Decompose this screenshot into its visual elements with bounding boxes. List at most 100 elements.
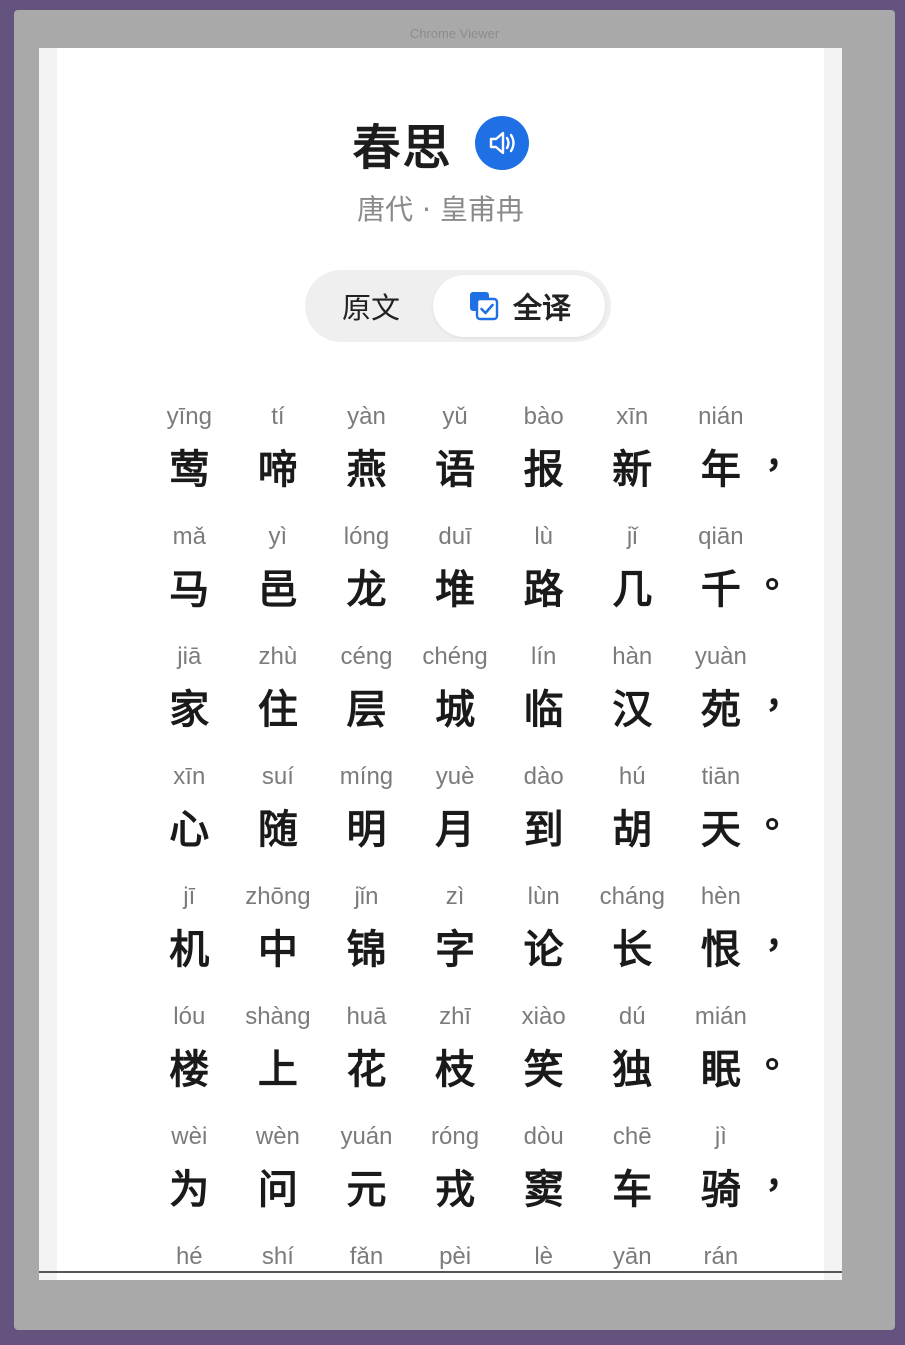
char-cell[interactable]: bào 报 xyxy=(499,400,588,498)
char-cell[interactable]: zhī 枝 xyxy=(411,1000,500,1098)
char-cell[interactable]: yì 邑 xyxy=(234,520,323,618)
pinyin: míng xyxy=(339,763,394,790)
speaker-icon xyxy=(489,131,515,155)
char-cell[interactable]: jiā 家 xyxy=(145,640,234,738)
pinyin: yuè xyxy=(435,763,475,790)
char-cell[interactable]: rán然 xyxy=(677,1240,766,1280)
char-cell[interactable]: jī 机 xyxy=(145,880,234,978)
divider xyxy=(39,1271,842,1273)
hanzi: 锦 xyxy=(346,927,387,973)
char-cell[interactable]: yǔ 语 xyxy=(411,400,500,498)
char-cell[interactable]: lùn 论 xyxy=(499,880,588,978)
char-cell[interactable]: hàn 汉 xyxy=(588,640,677,738)
char-cell[interactable]: míng 明 xyxy=(322,760,411,858)
char-cell[interactable]: yān燕 xyxy=(588,1240,677,1280)
hanzi: 新 xyxy=(612,447,653,493)
char-cell[interactable]: yuè 月 xyxy=(411,760,500,858)
hanzi: 问 xyxy=(257,1167,298,1213)
pinyin: chéng xyxy=(422,643,488,670)
tab-original[interactable]: 原文 xyxy=(309,275,433,337)
pinyin: zhī xyxy=(439,1003,472,1030)
char-cell[interactable]: qiān 千 xyxy=(677,520,766,618)
char-cell[interactable]: jì 骑 xyxy=(677,1120,766,1218)
char-cell[interactable]: mián 眠 xyxy=(677,1000,766,1098)
char-cell[interactable]: huā 花 xyxy=(322,1000,411,1098)
char-cell[interactable]: hèn 恨 xyxy=(677,880,766,978)
pinyin: shàng xyxy=(245,1003,311,1030)
pinyin: zì xyxy=(445,883,465,910)
hanzi: 独 xyxy=(612,1047,653,1093)
char-cell[interactable]: lù 路 xyxy=(499,520,588,618)
punctuation: 。 xyxy=(765,1035,802,1076)
hanzi: 字 xyxy=(435,927,476,973)
char-cell[interactable]: wèi 为 xyxy=(145,1120,234,1218)
char-cell[interactable]: suí 随 xyxy=(234,760,323,858)
poem-line: yīng 莺 tí 啼 yàn 燕 yǔ 语 bào 报 xīn 新 nián 年 ， xyxy=(145,378,805,498)
hanzi: 恨 xyxy=(700,927,741,973)
char-cell[interactable]: tí 啼 xyxy=(234,400,323,498)
pinyin: suí xyxy=(261,763,294,790)
char-cell[interactable]: cháng 长 xyxy=(588,880,677,978)
pinyin: chē xyxy=(612,1123,652,1150)
pinyin: lín xyxy=(530,643,557,670)
hanzi: 路 xyxy=(523,567,564,613)
hanzi: 燕 xyxy=(346,447,387,493)
pinyin: dú xyxy=(618,1003,646,1030)
char-cell[interactable]: lóng 龙 xyxy=(322,520,411,618)
pinyin: zhù xyxy=(258,643,298,670)
hanzi: 几 xyxy=(612,567,653,613)
char-cell[interactable]: fǎn返 xyxy=(322,1240,411,1280)
char-cell[interactable]: wèn 问 xyxy=(234,1120,323,1218)
char-cell[interactable]: shí时 xyxy=(234,1240,323,1280)
poem-line: mǎ 马 yì 邑 lóng 龙 duī 堆 lù 路 jǐ 几 qiān 千。 xyxy=(145,498,805,618)
poem-line: lóu 楼 shàng 上 huā 花 zhī 枝 xiào 笑 dú 独 mián 眠。 xyxy=(145,978,805,1098)
char-cell[interactable]: yuán 元 xyxy=(322,1120,411,1218)
char-cell[interactable]: hé何 xyxy=(145,1240,234,1280)
pinyin: bào xyxy=(523,403,564,430)
char-cell[interactable]: yàn 燕 xyxy=(322,400,411,498)
hanzi: 胡 xyxy=(612,807,653,853)
char-cell[interactable]: pèi旆 xyxy=(411,1240,500,1280)
pinyin: lè xyxy=(534,1243,554,1270)
char-cell[interactable]: céng 层 xyxy=(322,640,411,738)
char-cell[interactable]: yuàn 苑 xyxy=(677,640,766,738)
pinyin: nián xyxy=(698,403,744,430)
hanzi: 邑 xyxy=(257,567,298,613)
copy-check-icon xyxy=(469,292,499,321)
pinyin: xiào xyxy=(521,1003,566,1030)
pinyin: dòu xyxy=(523,1123,564,1150)
pinyin: tiān xyxy=(701,763,741,790)
char-cell[interactable]: chéng 城 xyxy=(411,640,500,738)
hanzi: 层 xyxy=(346,687,387,733)
char-cell[interactable]: lóu 楼 xyxy=(145,1000,234,1098)
char-cell[interactable]: zì 字 xyxy=(411,880,500,978)
char-cell[interactable]: hú 胡 xyxy=(588,760,677,858)
char-cell[interactable]: duī 堆 xyxy=(411,520,500,618)
hanzi: 住 xyxy=(257,687,298,733)
char-cell[interactable]: jǐ 几 xyxy=(588,520,677,618)
char-cell[interactable]: xiào 笑 xyxy=(499,1000,588,1098)
char-cell[interactable]: dú 独 xyxy=(588,1000,677,1098)
char-cell[interactable]: dòu 窦 xyxy=(499,1120,588,1218)
play-audio-button[interactable] xyxy=(474,116,529,170)
char-cell[interactable]: nián 年 xyxy=(677,400,766,498)
char-cell[interactable]: xīn 新 xyxy=(588,400,677,498)
hanzi: 天 xyxy=(700,807,741,853)
tab-translation[interactable]: 全译 xyxy=(433,275,605,337)
char-cell[interactable]: tiān 天 xyxy=(677,760,766,858)
char-cell[interactable]: shàng 上 xyxy=(234,1000,323,1098)
pinyin: xīn xyxy=(616,403,649,430)
char-cell[interactable]: lín 临 xyxy=(499,640,588,738)
char-cell[interactable]: zhù 住 xyxy=(234,640,323,738)
hanzi: 随 xyxy=(257,807,298,853)
char-cell[interactable]: zhōng 中 xyxy=(234,880,323,978)
char-cell[interactable]: róng 戎 xyxy=(411,1120,500,1218)
char-cell[interactable]: xīn 心 xyxy=(145,760,234,858)
char-cell[interactable]: mǎ 马 xyxy=(145,520,234,618)
hanzi: 长 xyxy=(612,927,653,973)
char-cell[interactable]: yīng 莺 xyxy=(145,400,234,498)
char-cell[interactable]: chē 车 xyxy=(588,1120,677,1218)
char-cell[interactable]: lè勒 xyxy=(499,1240,588,1280)
char-cell[interactable]: dào 到 xyxy=(499,760,588,858)
char-cell[interactable]: jǐn 锦 xyxy=(322,880,411,978)
